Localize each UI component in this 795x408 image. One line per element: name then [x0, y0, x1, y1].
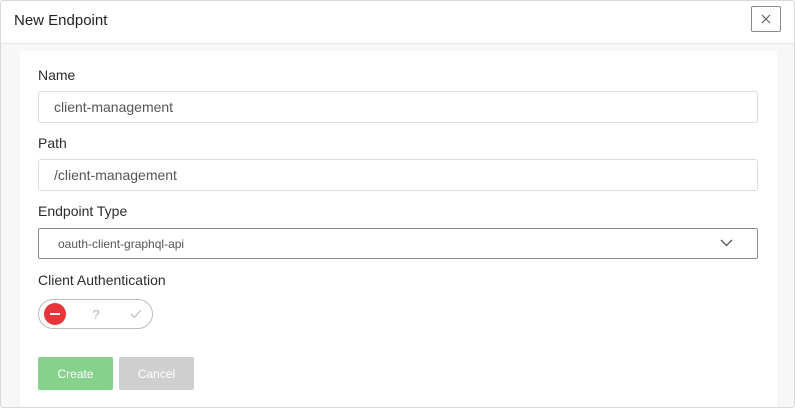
minus-icon: [44, 303, 66, 325]
path-input[interactable]: [38, 159, 758, 191]
close-icon: [761, 14, 771, 24]
chevron-down-icon: [720, 239, 733, 247]
toggle-unset-option[interactable]: ?: [84, 300, 108, 328]
path-label: Path: [38, 135, 67, 151]
dialog-header: New Endpoint: [1, 1, 794, 44]
endpoint-type-selected-value: oauth-client-graphql-api: [58, 237, 185, 251]
cancel-button[interactable]: Cancel: [119, 357, 194, 390]
client-authentication-toggle[interactable]: ?: [38, 299, 153, 329]
endpoint-type-select[interactable]: oauth-client-graphql-api: [38, 228, 758, 259]
create-button[interactable]: Create: [38, 357, 113, 390]
client-authentication-label: Client Authentication: [38, 272, 166, 288]
dialog-body: Name Path Endpoint Type oauth-client-gra…: [1, 44, 794, 407]
check-icon: [130, 309, 142, 319]
name-input[interactable]: [38, 91, 758, 123]
toggle-off-option[interactable]: [42, 300, 68, 328]
name-label: Name: [38, 67, 76, 83]
form-panel: Name Path Endpoint Type oauth-client-gra…: [20, 51, 777, 407]
close-button[interactable]: [751, 6, 781, 32]
endpoint-type-label: Endpoint Type: [38, 203, 128, 219]
dialog-title: New Endpoint: [14, 12, 108, 29]
toggle-on-option[interactable]: [124, 300, 148, 328]
new-endpoint-dialog: New Endpoint Name Path Endpoint Type oau…: [0, 0, 795, 408]
